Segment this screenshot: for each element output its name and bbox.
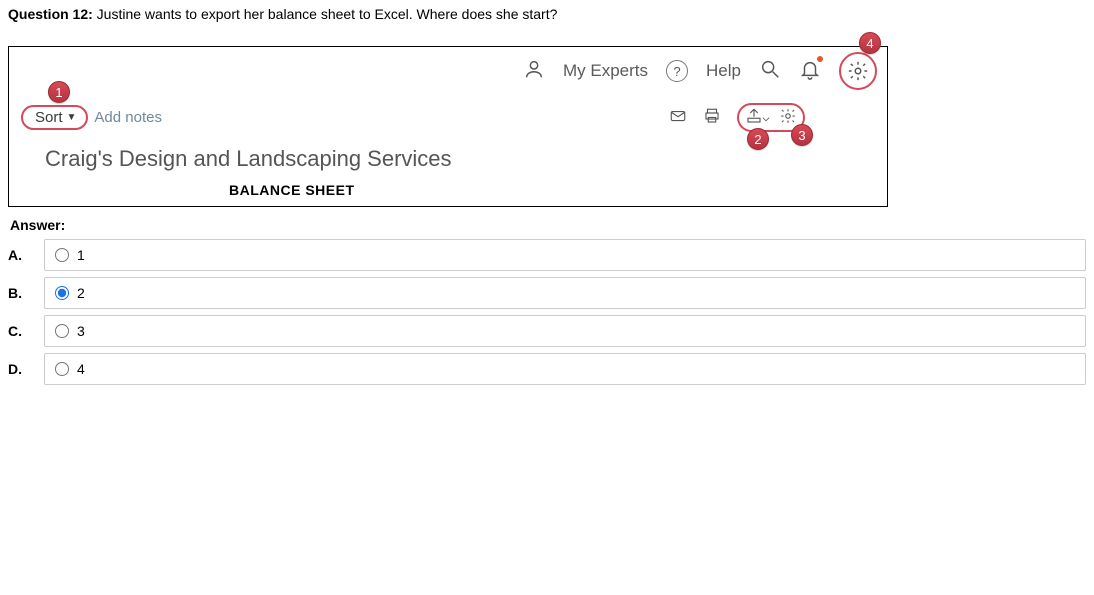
screenshot: My Experts ? Help 4 Sort ▼ 1 Add notes <box>8 46 888 207</box>
person-icon <box>523 58 545 85</box>
settings-gear-circled[interactable]: 4 <box>839 52 877 90</box>
sort-add-group: Sort ▼ 1 Add notes <box>21 105 162 130</box>
options-list: A. 1 B. 2 C. 3 D. 4 <box>8 239 1086 385</box>
report-title: BALANCE SHEET <box>9 182 887 206</box>
notification-dot <box>817 56 823 62</box>
report-toolbar: Sort ▼ 1 Add notes 2 <box>9 95 887 138</box>
option-row-b: B. 2 <box>8 277 1086 309</box>
badge-2: 2 <box>747 128 769 150</box>
report-action-icons: 2 3 <box>669 103 805 132</box>
question-number: Question 12: <box>8 6 93 22</box>
question-header: Question 12: Justine wants to export her… <box>8 6 1086 22</box>
badge-3: 3 <box>791 124 813 146</box>
option-box[interactable]: 4 <box>44 353 1086 385</box>
radio-b[interactable] <box>55 286 69 300</box>
question-text: Justine wants to export her balance shee… <box>93 6 558 22</box>
add-notes-link[interactable]: Add notes <box>94 109 162 126</box>
my-experts-link[interactable]: My Experts <box>563 61 648 81</box>
radio-d[interactable] <box>55 362 69 376</box>
app-topbar: My Experts ? Help 4 <box>9 47 887 95</box>
option-box[interactable]: 3 <box>44 315 1086 347</box>
sort-button[interactable]: Sort ▼ 1 <box>21 105 88 130</box>
export-icon <box>745 107 763 125</box>
search-icon[interactable] <box>759 58 781 85</box>
caret-down-icon: ▼ <box>67 112 77 123</box>
option-row-c: C. 3 <box>8 315 1086 347</box>
radio-a[interactable] <box>55 248 69 262</box>
answer-label: Answer: <box>10 217 1086 233</box>
badge-4: 4 <box>859 32 881 54</box>
option-letter: C. <box>8 323 30 339</box>
badge-1: 1 <box>48 81 70 103</box>
option-text: 4 <box>77 361 85 377</box>
option-letter: D. <box>8 361 30 377</box>
option-letter: B. <box>8 285 30 301</box>
caret-down-icon <box>762 116 770 124</box>
option-row-a: A. 1 <box>8 239 1086 271</box>
gear-icon <box>847 60 869 82</box>
help-icon[interactable]: ? <box>666 60 688 82</box>
notifications-icon[interactable] <box>799 58 821 85</box>
option-text: 2 <box>77 285 85 301</box>
sort-label: Sort <box>35 109 63 126</box>
option-text: 1 <box>77 247 85 263</box>
small-gear-icon <box>779 107 797 125</box>
option-box[interactable]: 2 <box>44 277 1086 309</box>
export-settings-group[interactable]: 2 3 <box>737 103 805 132</box>
option-letter: A. <box>8 247 30 263</box>
option-box[interactable]: 1 <box>44 239 1086 271</box>
help-link[interactable]: Help <box>706 61 741 81</box>
option-text: 3 <box>77 323 85 339</box>
radio-c[interactable] <box>55 324 69 338</box>
print-icon[interactable] <box>703 107 721 128</box>
option-row-d: D. 4 <box>8 353 1086 385</box>
email-icon[interactable] <box>669 107 687 128</box>
